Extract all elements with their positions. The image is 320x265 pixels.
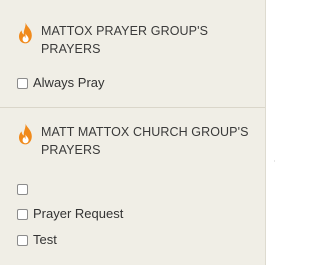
prayer-item-test[interactable]: Test [17, 232, 57, 248]
group-header: MATTOX PRAYER GROUP'S PRAYERS [17, 22, 255, 58]
group-divider [0, 107, 265, 108]
content-area-edge [266, 0, 281, 265]
prayer-group-mattox: MATTOX PRAYER GROUP'S PRAYERS [17, 22, 255, 58]
group-header: MATT MATTOX CHURCH GROUP'S PRAYERS [17, 123, 255, 159]
prayer-item-always-pray[interactable]: Always Pray [17, 75, 105, 91]
group-title: MATTOX PRAYER GROUP'S PRAYERS [41, 24, 209, 56]
flame-icon [19, 123, 32, 145]
prayer-checkbox[interactable] [17, 208, 28, 220]
prayer-item-label: Always Pray [33, 75, 105, 90]
prayer-checkbox[interactable] [17, 234, 28, 246]
prayer-checkbox[interactable] [17, 183, 28, 195]
prayer-item-prayer-request[interactable]: Prayer Request [17, 206, 123, 222]
prayer-group-matt-mattox-church: MATT MATTOX CHURCH GROUP'S PRAYERS [17, 123, 255, 159]
group-title: MATT MATTOX CHURCH GROUP'S PRAYERS [41, 125, 249, 157]
prayer-item-label: Prayer Request [33, 206, 124, 221]
prayer-groups-panel: MATTOX PRAYER GROUP'S PRAYERS Always Pra… [0, 0, 266, 265]
prayer-checkbox[interactable] [17, 77, 28, 89]
flame-icon [19, 22, 32, 44]
content-divider-tick [274, 160, 275, 162]
prayer-item-label: Test [33, 232, 57, 247]
prayer-item-untitled[interactable] [17, 181, 33, 197]
